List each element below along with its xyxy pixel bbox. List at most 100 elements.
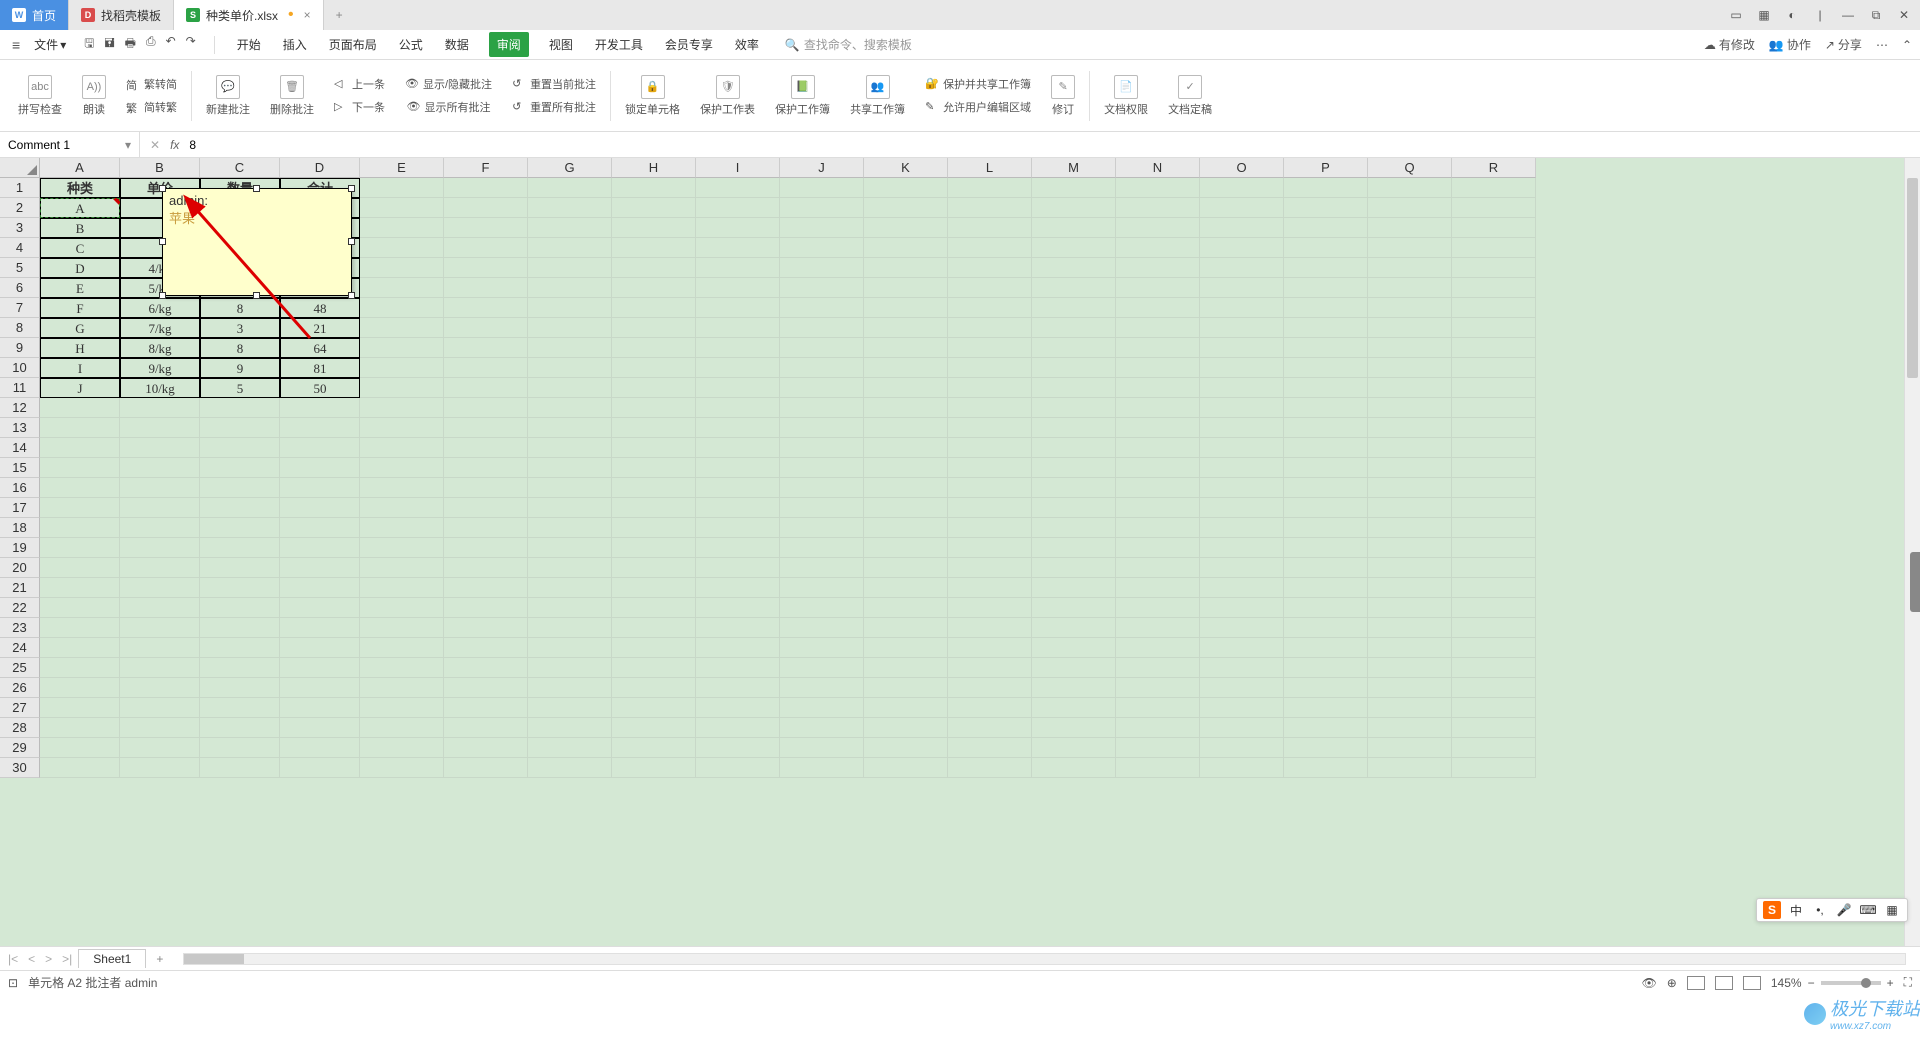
cell[interactable] xyxy=(528,638,612,658)
cell[interactable] xyxy=(1452,458,1536,478)
cell[interactable] xyxy=(40,618,120,638)
cell[interactable] xyxy=(1032,258,1116,278)
cell[interactable] xyxy=(1200,518,1284,538)
cell[interactable] xyxy=(1032,718,1116,738)
cell[interactable] xyxy=(528,278,612,298)
cell[interactable] xyxy=(1116,238,1200,258)
cell[interactable] xyxy=(1032,578,1116,598)
cell[interactable] xyxy=(1284,278,1368,298)
skin-icon[interactable]: ◐ xyxy=(1784,7,1800,23)
cell[interactable] xyxy=(1368,458,1452,478)
cell[interactable] xyxy=(444,758,528,778)
cell[interactable] xyxy=(280,538,360,558)
cell[interactable] xyxy=(1116,458,1200,478)
cell[interactable] xyxy=(1032,198,1116,218)
cell[interactable] xyxy=(1452,198,1536,218)
cell[interactable] xyxy=(1368,398,1452,418)
cell[interactable] xyxy=(360,378,444,398)
cell[interactable] xyxy=(864,238,948,258)
cell[interactable] xyxy=(1452,378,1536,398)
cell[interactable] xyxy=(696,278,780,298)
col-header[interactable]: M xyxy=(1032,158,1116,178)
spreadsheet[interactable]: ABCDEFGHIJKLMNOPQR 123456789101112131415… xyxy=(0,158,1920,946)
cell[interactable] xyxy=(40,638,120,658)
cell[interactable] xyxy=(1200,198,1284,218)
cell[interactable] xyxy=(948,198,1032,218)
cell[interactable] xyxy=(360,718,444,738)
cell[interactable] xyxy=(1368,258,1452,278)
cell[interactable] xyxy=(864,418,948,438)
cell[interactable] xyxy=(280,638,360,658)
tab-workbook[interactable]: S 种类单价.xlsx • × xyxy=(174,0,324,30)
cell[interactable] xyxy=(612,578,696,598)
row-header[interactable]: 28 xyxy=(0,718,40,738)
cell[interactable] xyxy=(1200,758,1284,778)
comment-box[interactable]: admin: 苹果 xyxy=(162,188,352,296)
row-header[interactable]: 18 xyxy=(0,518,40,538)
cell[interactable] xyxy=(1284,658,1368,678)
cell[interactable] xyxy=(1368,638,1452,658)
cell[interactable] xyxy=(864,218,948,238)
apps-icon[interactable]: ▦ xyxy=(1756,7,1772,23)
tab-member[interactable]: 会员专享 xyxy=(663,32,715,57)
cell[interactable] xyxy=(280,658,360,678)
cell[interactable] xyxy=(120,418,200,438)
cell[interactable] xyxy=(528,398,612,418)
cell[interactable] xyxy=(1284,458,1368,478)
fullscreen-icon[interactable]: ⛶ xyxy=(1904,975,1912,990)
cell[interactable] xyxy=(200,638,280,658)
cell[interactable] xyxy=(528,618,612,638)
row-header[interactable]: 27 xyxy=(0,698,40,718)
print-icon[interactable]: 🖶 xyxy=(125,34,136,55)
cell[interactable] xyxy=(120,638,200,658)
cell[interactable] xyxy=(1032,738,1116,758)
cell[interactable] xyxy=(780,358,864,378)
cell[interactable] xyxy=(360,698,444,718)
cell[interactable] xyxy=(612,418,696,438)
cell[interactable] xyxy=(444,718,528,738)
cell[interactable] xyxy=(528,178,612,198)
cell[interactable] xyxy=(1452,398,1536,418)
cell[interactable] xyxy=(612,338,696,358)
row-header[interactable]: 6 xyxy=(0,278,40,298)
cell[interactable] xyxy=(1452,518,1536,538)
cell[interactable]: 81 xyxy=(280,358,360,378)
formula-input[interactable] xyxy=(189,138,1910,152)
column-headers[interactable]: ABCDEFGHIJKLMNOPQR xyxy=(40,158,1904,178)
cell[interactable] xyxy=(780,738,864,758)
cell[interactable] xyxy=(780,658,864,678)
cell[interactable] xyxy=(948,478,1032,498)
cell[interactable] xyxy=(1368,718,1452,738)
hamburger-icon[interactable]: ≡ xyxy=(8,37,24,53)
more-icon[interactable]: ⋯ xyxy=(1876,38,1888,52)
protect-share-button[interactable]: 🔐保护并共享工作簿 xyxy=(925,74,1031,94)
cell[interactable] xyxy=(1116,718,1200,738)
tab-formula[interactable]: 公式 xyxy=(397,32,425,57)
cell[interactable] xyxy=(120,598,200,618)
cell[interactable] xyxy=(948,398,1032,418)
cell[interactable] xyxy=(280,678,360,698)
cell[interactable] xyxy=(864,398,948,418)
cell[interactable] xyxy=(696,378,780,398)
cell[interactable] xyxy=(1452,538,1536,558)
cell[interactable] xyxy=(612,458,696,478)
cell[interactable] xyxy=(360,438,444,458)
cell[interactable] xyxy=(528,458,612,478)
zoom-in-icon[interactable]: + xyxy=(1887,976,1894,990)
cell[interactable] xyxy=(1200,218,1284,238)
cell[interactable] xyxy=(1200,578,1284,598)
cell[interactable] xyxy=(528,238,612,258)
cell[interactable]: 种类 xyxy=(40,178,120,198)
cell[interactable] xyxy=(1200,678,1284,698)
cell[interactable] xyxy=(612,238,696,258)
close-icon[interactable]: × xyxy=(304,8,311,22)
cell[interactable] xyxy=(780,318,864,338)
cell[interactable] xyxy=(696,338,780,358)
status-icon[interactable]: ⊡ xyxy=(8,976,18,990)
cell[interactable] xyxy=(1368,338,1452,358)
cell[interactable] xyxy=(1032,438,1116,458)
next-comment-button[interactable]: ▷下一条 xyxy=(334,97,385,117)
cell[interactable] xyxy=(444,518,528,538)
cell[interactable] xyxy=(1452,298,1536,318)
cell[interactable]: 8 xyxy=(200,298,280,318)
